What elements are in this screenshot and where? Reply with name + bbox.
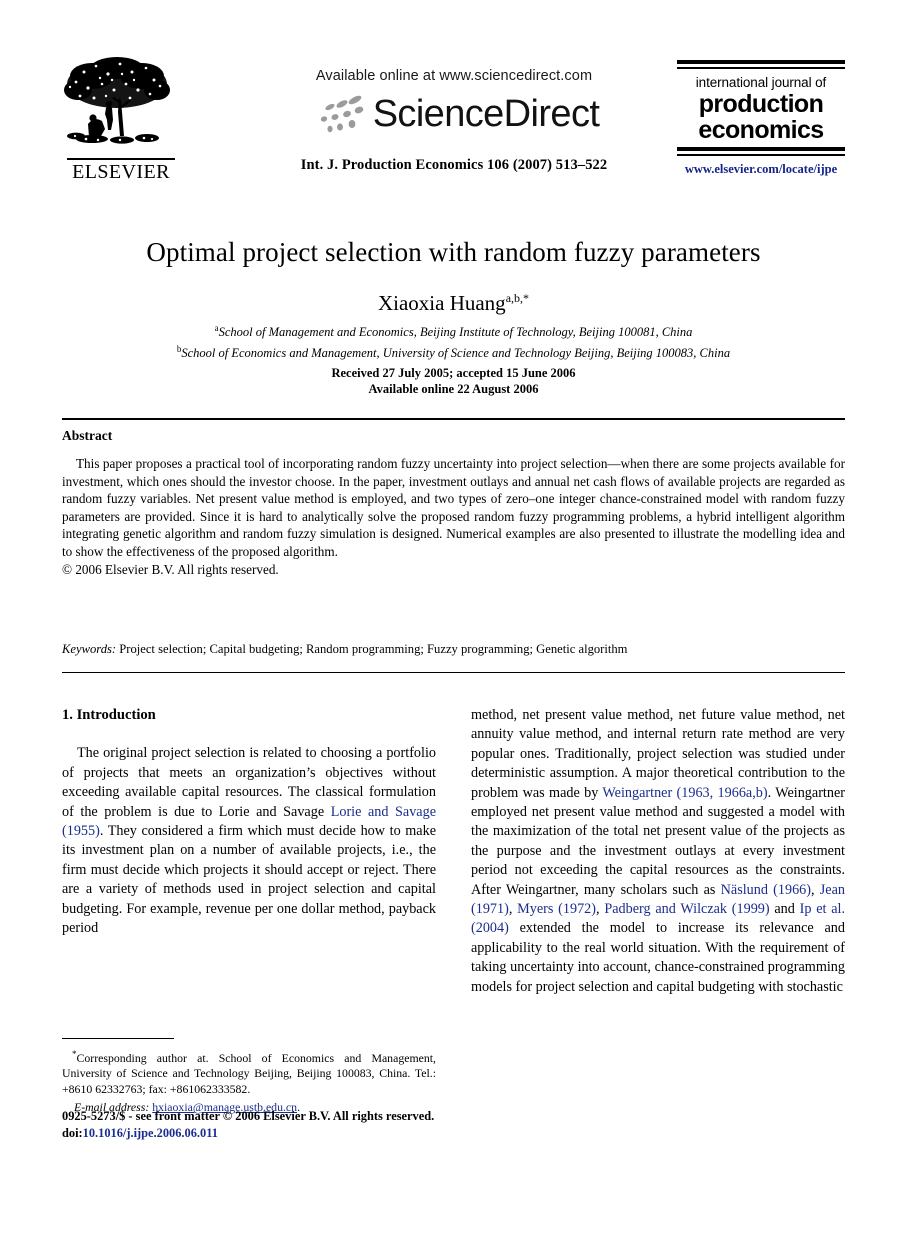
doi-link[interactable]: 10.1016/j.ijpe.2006.06.011 [83,1126,218,1140]
citation-padberg-wilczak[interactable]: Padberg and Wilczak (1999) [604,901,769,917]
article-history: Received 27 July 2005; accepted 15 June … [62,366,845,397]
left-text-part2: . They considered a firm which must deci… [62,823,436,937]
journal-logo-top-rule-2 [677,67,845,69]
right-text-part3: extended the model to increase its relev… [471,920,845,995]
elsevier-logo: ELSEVIER [62,54,180,189]
keywords-label: Keywords: [62,642,117,656]
footnote-address-text: Corresponding author at. School of Econo… [62,1051,436,1096]
affiliation-b-text: School of Economics and Management, Univ… [181,345,731,360]
journal-url-link[interactable]: www.elsevier.com/locate/ijpe [677,162,845,177]
page-footer: 0925-5273/$ - see front matter © 2006 El… [62,1108,562,1142]
elsevier-logo-rule [67,158,175,160]
footnote-text: *Corresponding author at. School of Econ… [62,1047,436,1116]
citation-naslund[interactable]: Näslund (1966) [721,882,811,898]
journal-logo-line3: economics [698,116,824,144]
journal-logo-top-rule [677,60,845,64]
corresponding-author-footnote: *Corresponding author at. School of Econ… [62,1038,436,1116]
affiliation-b: bSchool of Economics and Management, Uni… [62,341,845,362]
available-online-text: Available online at www.sciencedirect.co… [315,68,593,84]
section-heading-introduction: 1. Introduction [62,707,156,723]
journal-logo-line2: production [698,90,824,118]
abstract-bottom-rule [62,672,845,674]
abstract-heading: Abstract [62,428,113,443]
received-accepted-line: Received 27 July 2005; accepted 15 June … [331,366,576,380]
abstract-paragraph: This paper proposes a practical tool of … [62,456,845,559]
author-name: Xiaoxia Huang [377,291,506,315]
sciencedirect-wordmark: ScienceDirect [372,93,600,135]
paper-page: ELSEVIER Available online at www.science… [0,0,907,1238]
footnote-address: *Corresponding author at. School of Econ… [62,1047,436,1097]
doi-line: doi:10.1016/j.ijpe.2006.06.011 [62,1125,562,1142]
masthead: ELSEVIER Available online at www.science… [62,52,845,202]
sciencedirect-block: Available online at www.sciencedirect.co… [244,68,664,174]
right-sep2: , [811,881,820,898]
right-column-paragraph: method, net present value method, net fu… [471,706,845,997]
journal-reference: Int. J. Production Economics 106 (2007) … [300,157,608,173]
author-affiliation-markers: a,b,* [505,291,530,305]
left-column: 1. Introduction The original project sel… [62,706,436,938]
journal-logo-bottom-rule [677,147,845,151]
left-column-paragraph: The original project selection is relate… [62,744,436,938]
right-sep5: and [769,901,800,918]
author-line: Xiaoxia Huanga,b,* [62,286,845,315]
page-title: Optimal project selection with random fu… [146,237,761,267]
front-matter-line: 0925-5273/$ - see front matter © 2006 El… [62,1109,435,1123]
journal-logo: international journal of production econ… [677,60,845,177]
sciencedirect-logo: ScienceDirect [244,93,664,135]
right-sep3: , [508,901,518,918]
abstract-copyright: © 2006 Elsevier B.V. All rights reserved… [62,561,279,577]
sciencedirect-dots-icon [320,95,363,133]
right-column: method, net present value method, net fu… [471,706,845,997]
journal-logo-line1: international journal of [695,75,827,90]
keywords: Keywords: Project selection; Capital bud… [62,641,845,657]
affiliations: aSchool of Management and Economics, Bei… [62,320,845,361]
abstract-body: This paper proposes a practical tool of … [62,455,845,578]
doi-label: doi: [62,1126,83,1140]
available-online-line: Available online 22 August 2006 [368,381,539,396]
affiliation-a-text: School of Management and Economics, Beij… [218,325,693,340]
abstract-top-rule [62,418,845,421]
citation-weingartner[interactable]: Weingartner (1963, 1966a,b) [602,785,767,801]
affiliation-a: aSchool of Management and Economics, Bei… [62,320,845,341]
elsevier-wordmark: ELSEVIER [72,161,170,183]
journal-logo-bottom-rule-2 [677,154,845,156]
elsevier-tree-icon [64,57,170,144]
citation-myers[interactable]: Myers (1972) [517,901,596,917]
keywords-value: Project selection; Capital budgeting; Ra… [116,642,628,656]
footnote-separator-rule [62,1038,174,1040]
